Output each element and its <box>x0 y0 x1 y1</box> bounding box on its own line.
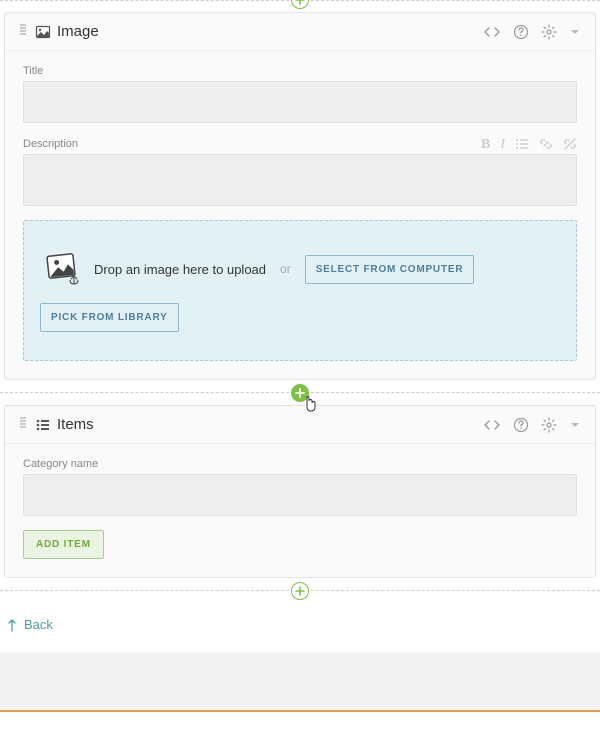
upload-image-icon <box>40 249 80 289</box>
back-label: Back <box>24 617 53 632</box>
insert-divider-bottom <box>0 590 600 591</box>
image-panel-body: Title Description B I <box>5 51 595 379</box>
back-link[interactable]: Back <box>0 603 600 652</box>
insert-divider-top <box>0 0 600 2</box>
panel-tools <box>483 24 581 40</box>
description-field-label: Description <box>23 138 78 150</box>
collapse-icon[interactable] <box>569 26 581 38</box>
category-field-label: Category name <box>23 458 577 470</box>
select-from-computer-button[interactable]: SELECT FROM COMPUTER <box>305 255 475 284</box>
help-icon[interactable] <box>513 24 529 40</box>
richtext-toolbar: B I <box>481 137 577 154</box>
help-icon[interactable] <box>513 417 529 433</box>
title-field-label: Title <box>23 65 577 77</box>
footer-strip <box>0 652 600 712</box>
pick-from-library-button[interactable]: PICK FROM LIBRARY <box>40 303 179 332</box>
image-panel-header: Image <box>5 13 595 51</box>
add-item-button[interactable]: ADD ITEM <box>23 530 104 559</box>
back-arrow-icon <box>6 618 18 632</box>
items-type-icon <box>35 417 51 433</box>
add-block-button-middle[interactable] <box>291 384 309 402</box>
list-icon[interactable] <box>515 137 529 154</box>
code-icon[interactable] <box>483 25 501 39</box>
drag-handle-icon[interactable] <box>19 416 27 433</box>
link-icon[interactable] <box>539 137 553 154</box>
drag-handle-icon[interactable] <box>19 23 27 40</box>
gear-icon[interactable] <box>541 417 557 433</box>
bold-icon[interactable]: B <box>481 137 490 154</box>
dropzone-hint: Drop an image here to upload <box>94 262 266 277</box>
dropzone-or: or <box>280 262 291 276</box>
collapse-icon[interactable] <box>569 419 581 431</box>
category-name-input[interactable] <box>23 474 577 516</box>
add-block-button-top[interactable] <box>291 0 309 9</box>
italic-icon[interactable]: I <box>500 137 505 154</box>
panel-tools <box>483 417 581 433</box>
insert-divider-middle <box>0 392 600 393</box>
items-panel-body: Category name ADD ITEM <box>5 444 595 577</box>
panel-title: Image <box>57 23 99 40</box>
items-panel: Items Category name ADD ITEM <box>4 405 596 578</box>
items-panel-header: Items <box>5 406 595 444</box>
gear-icon[interactable] <box>541 24 557 40</box>
image-type-icon <box>35 24 51 40</box>
panel-title: Items <box>57 416 94 433</box>
title-input[interactable] <box>23 81 577 123</box>
add-block-button-bottom[interactable] <box>291 582 309 600</box>
image-dropzone[interactable]: Drop an image here to upload or SELECT F… <box>23 220 577 361</box>
image-panel: Image Title Description B I <box>4 12 596 380</box>
unlink-icon[interactable] <box>563 137 577 154</box>
description-input[interactable] <box>23 154 577 206</box>
code-icon[interactable] <box>483 418 501 432</box>
